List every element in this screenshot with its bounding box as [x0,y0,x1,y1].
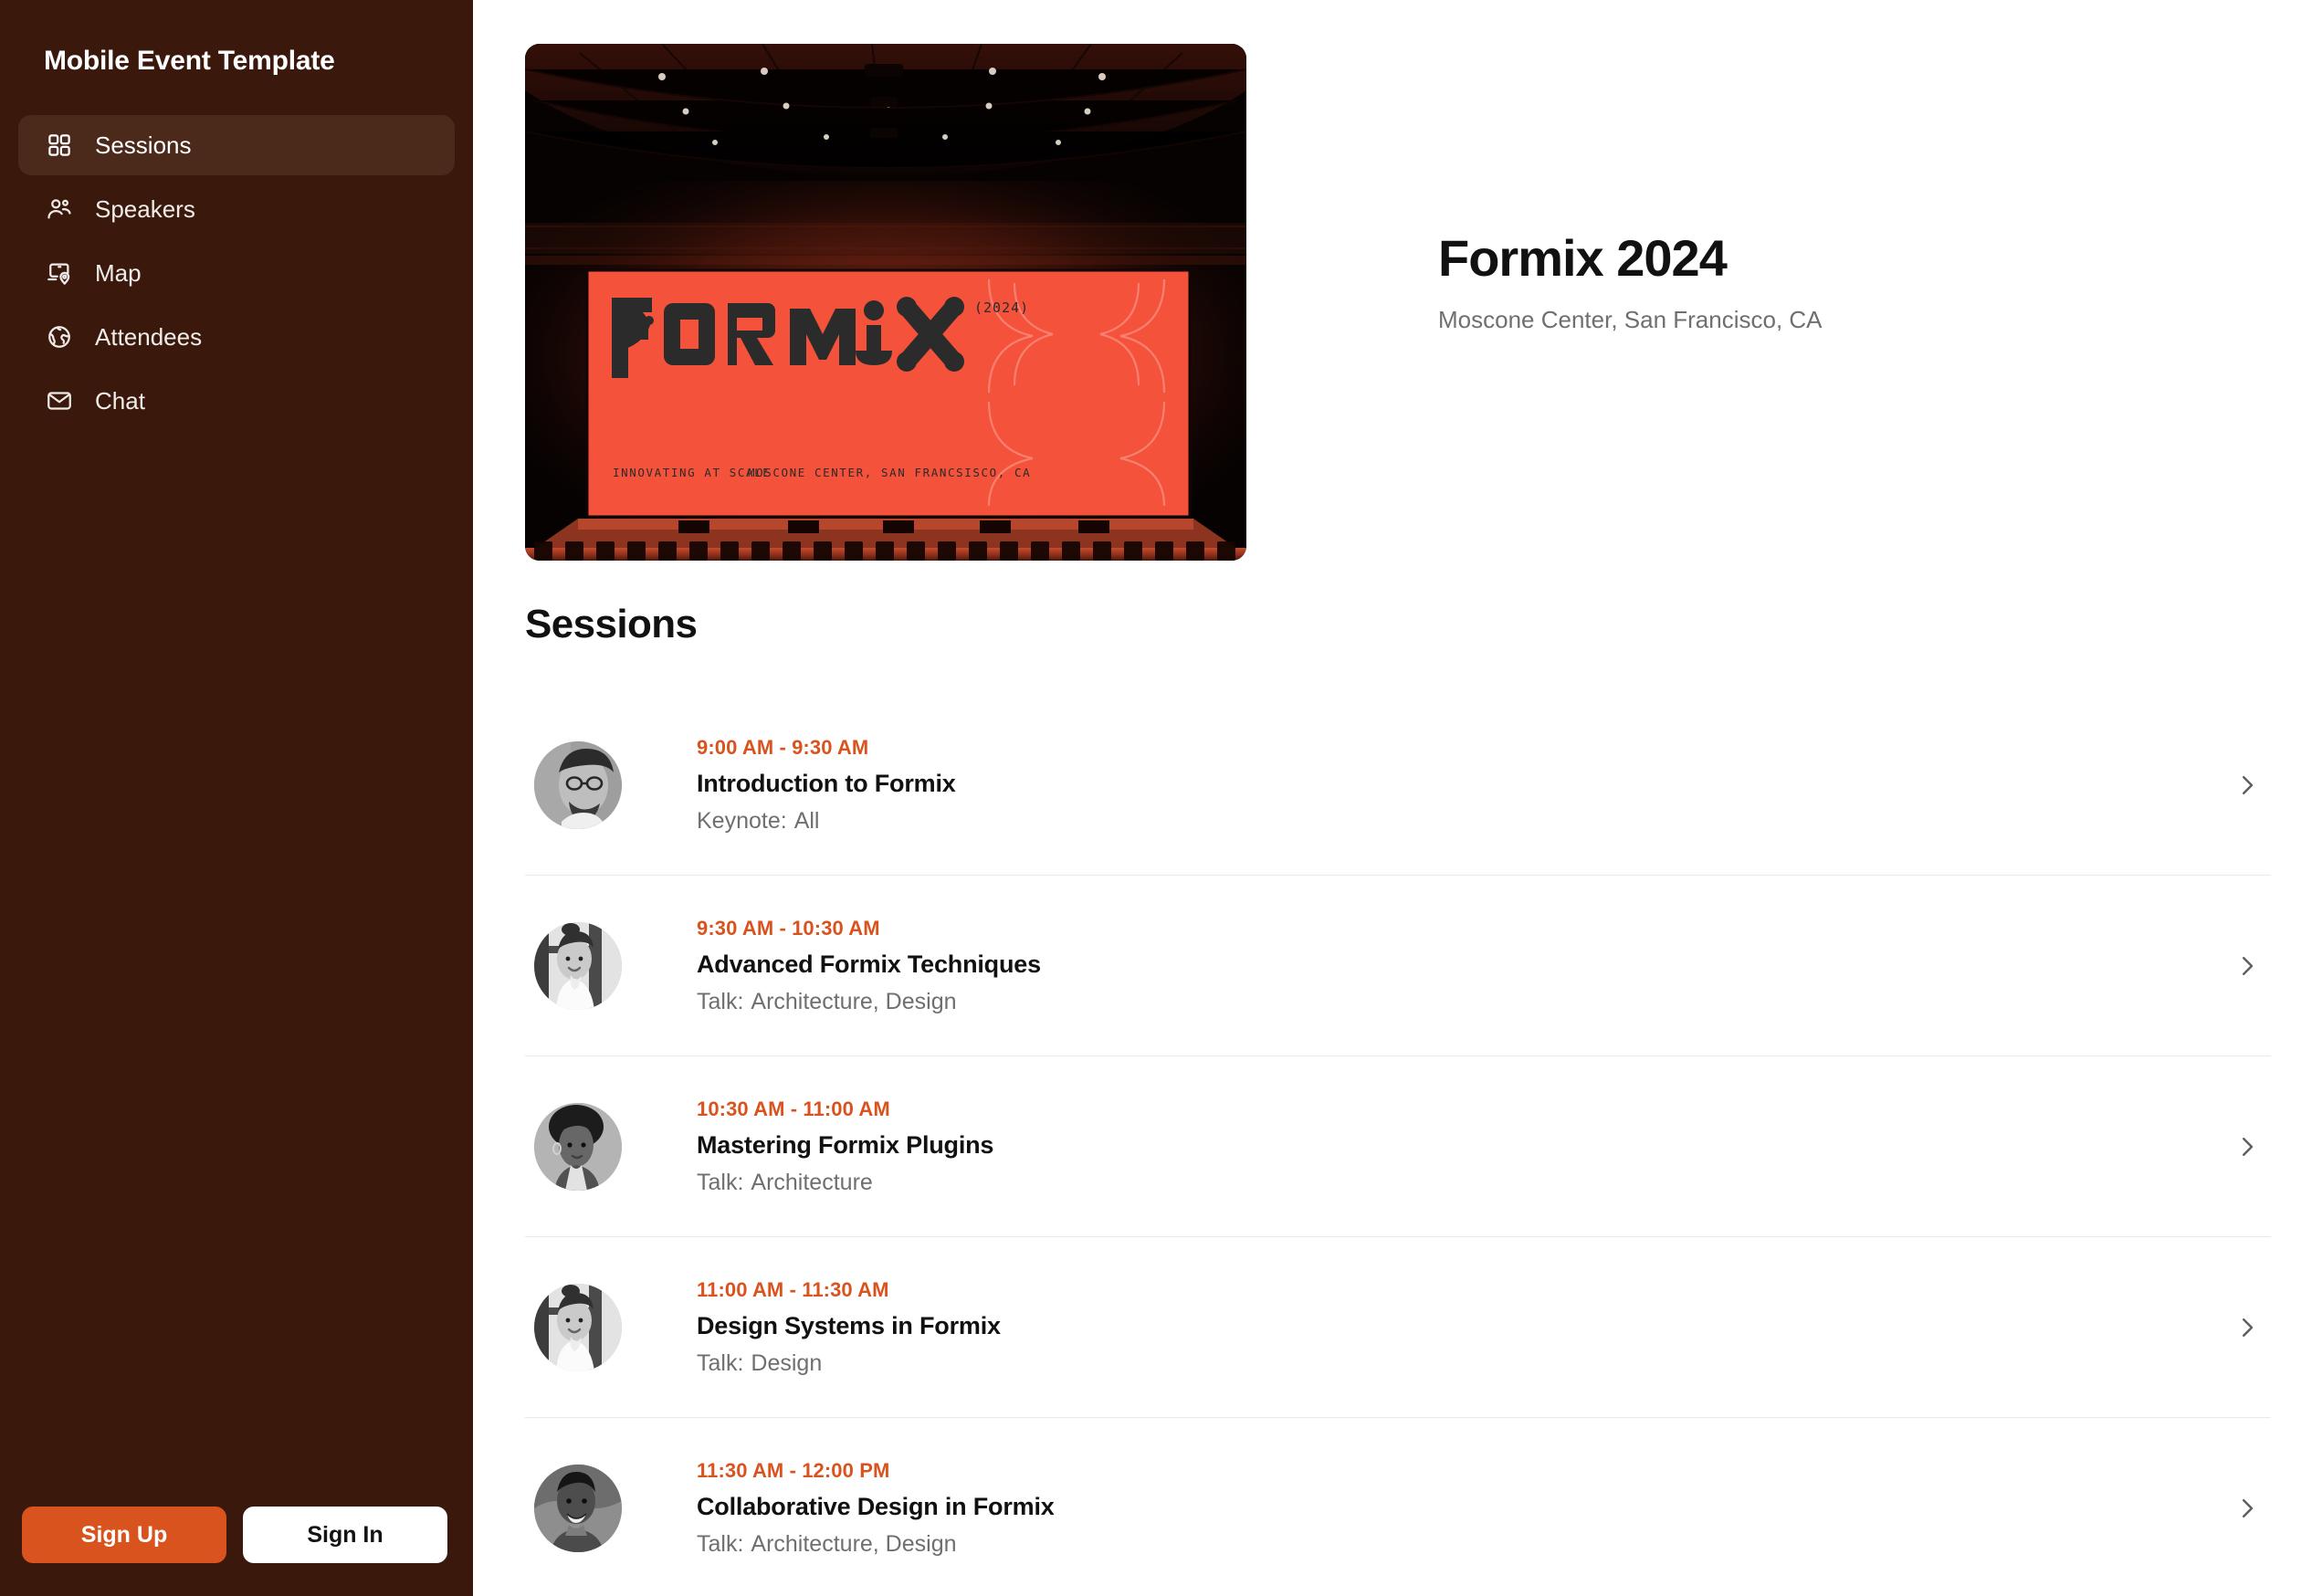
event-meta: Formix 2024 Moscone Center, San Francisc… [1246,44,1823,334]
session-list: 9:00 AM - 9:30 AM Introduction to Formix… [473,695,2301,1596]
sidebar-item-label: Speakers [95,195,195,223]
table-row[interactable]: 11:00 AM - 11:30 AM Design Systems in Fo… [525,1237,2271,1418]
table-row[interactable]: 10:30 AM - 11:00 AM Mastering Formix Plu… [525,1056,2271,1237]
main-content: (2024) INNOVATING AT SCALE MOSCONE CENTE… [473,0,2301,1596]
svg-text:MOSCONE CENTER, SAN FRANCSISCO: MOSCONE CENTER, SAN FRANCSISCO, CA [748,466,1031,479]
event-location: Moscone Center, San Francisco, CA [1438,305,1823,333]
session-details: 11:00 AM - 11:30 AM Design Systems in Fo… [622,1278,2229,1377]
session-time: 9:30 AM - 10:30 AM [697,916,880,940]
map-pin-icon [44,257,75,289]
sidebar-item-map[interactable]: Map [18,243,455,303]
session-meta: Keynote: All [697,808,2229,835]
table-row[interactable]: 11:30 AM - 12:00 PM Collaborative Design… [525,1418,2271,1596]
session-kind: Talk: [697,1169,744,1195]
session-title: Mastering Formix Plugins [697,1130,994,1159]
session-tracks: Architecture, Design [751,988,957,1014]
session-time: 11:00 AM - 11:30 AM [697,1277,889,1301]
grid-icon [44,130,75,161]
app-root: Mobile Event Template Sessions Speakers … [0,0,2301,1596]
sidebar-nav: Sessions Speakers Map Attendees Chat [0,115,473,431]
svg-text:(2024): (2024) [974,299,1029,316]
session-details: 10:30 AM - 11:00 AM Mastering Formix Plu… [622,1097,2229,1196]
chevron-right-icon[interactable] [2229,1129,2265,1165]
session-title: Advanced Formix Techniques [697,950,1041,978]
avatar [534,1102,622,1191]
sidebar-item-attendees[interactable]: Attendees [18,307,455,367]
globe-icon [44,321,75,352]
sidebar-item-label: Chat [95,387,145,415]
app-title: Mobile Event Template [44,46,335,76]
chevron-right-icon[interactable] [2229,948,2265,984]
avatar [534,1464,622,1552]
page-title: Formix 2024 [1438,229,1728,287]
session-kind: Talk: [697,1349,744,1376]
avatar [534,1283,622,1371]
sidebar-item-label: Sessions [95,131,192,159]
session-time: 9:00 AM - 9:30 AM [697,735,869,759]
session-details: 9:30 AM - 10:30 AM Advanced Formix Techn… [622,917,2229,1015]
session-tracks: Architecture, Design [751,1530,957,1557]
sessions-heading: Sessions [525,602,698,646]
sidebar: Mobile Event Template Sessions Speakers … [0,0,473,1596]
event-header: (2024) INNOVATING AT SCALE MOSCONE CENTE… [473,0,2301,561]
sidebar-item-speakers[interactable]: Speakers [18,179,455,239]
sidebar-item-label: Attendees [95,323,203,351]
session-title: Introduction to Formix [697,769,956,797]
avatar [534,921,622,1010]
chevron-right-icon[interactable] [2229,1309,2265,1346]
envelope-icon [44,385,75,416]
sign-in-button[interactable]: Sign In [243,1507,447,1563]
session-details: 11:30 AM - 12:00 PM Collaborative Design… [622,1459,2229,1558]
session-details: 9:00 AM - 9:30 AM Introduction to Formix… [622,736,2229,835]
session-tracks: All [793,807,820,834]
session-kind: Keynote: [697,807,787,834]
session-kind: Talk: [697,988,744,1014]
sign-up-button[interactable]: Sign Up [22,1507,226,1563]
session-time: 10:30 AM - 11:00 AM [697,1097,890,1120]
sidebar-item-sessions[interactable]: Sessions [18,115,455,175]
avatar [534,740,622,829]
session-meta: Talk: Architecture, Design [697,989,2229,1015]
session-meta: Talk: Design [697,1350,2229,1377]
table-row[interactable]: 9:00 AM - 9:30 AM Introduction to Formix… [525,695,2271,876]
people-icon [44,194,75,225]
sidebar-footer: Sign Up Sign In [0,1507,473,1596]
event-hero-image: (2024) INNOVATING AT SCALE MOSCONE CENTE… [525,44,1246,561]
session-title: Design Systems in Formix [697,1311,1001,1339]
session-tracks: Design [751,1349,823,1376]
session-time: 11:30 AM - 12:00 PM [697,1458,890,1482]
session-title: Collaborative Design in Formix [697,1492,1055,1520]
chevron-right-icon[interactable] [2229,767,2265,803]
session-kind: Talk: [697,1530,744,1557]
session-tracks: Architecture [751,1169,873,1195]
sidebar-item-chat[interactable]: Chat [18,371,455,431]
session-meta: Talk: Architecture [697,1170,2229,1196]
table-row[interactable]: 9:30 AM - 10:30 AM Advanced Formix Techn… [525,876,2271,1056]
sidebar-item-label: Map [95,259,142,287]
session-meta: Talk: Architecture, Design [697,1531,2229,1558]
chevron-right-icon[interactable] [2229,1490,2265,1527]
